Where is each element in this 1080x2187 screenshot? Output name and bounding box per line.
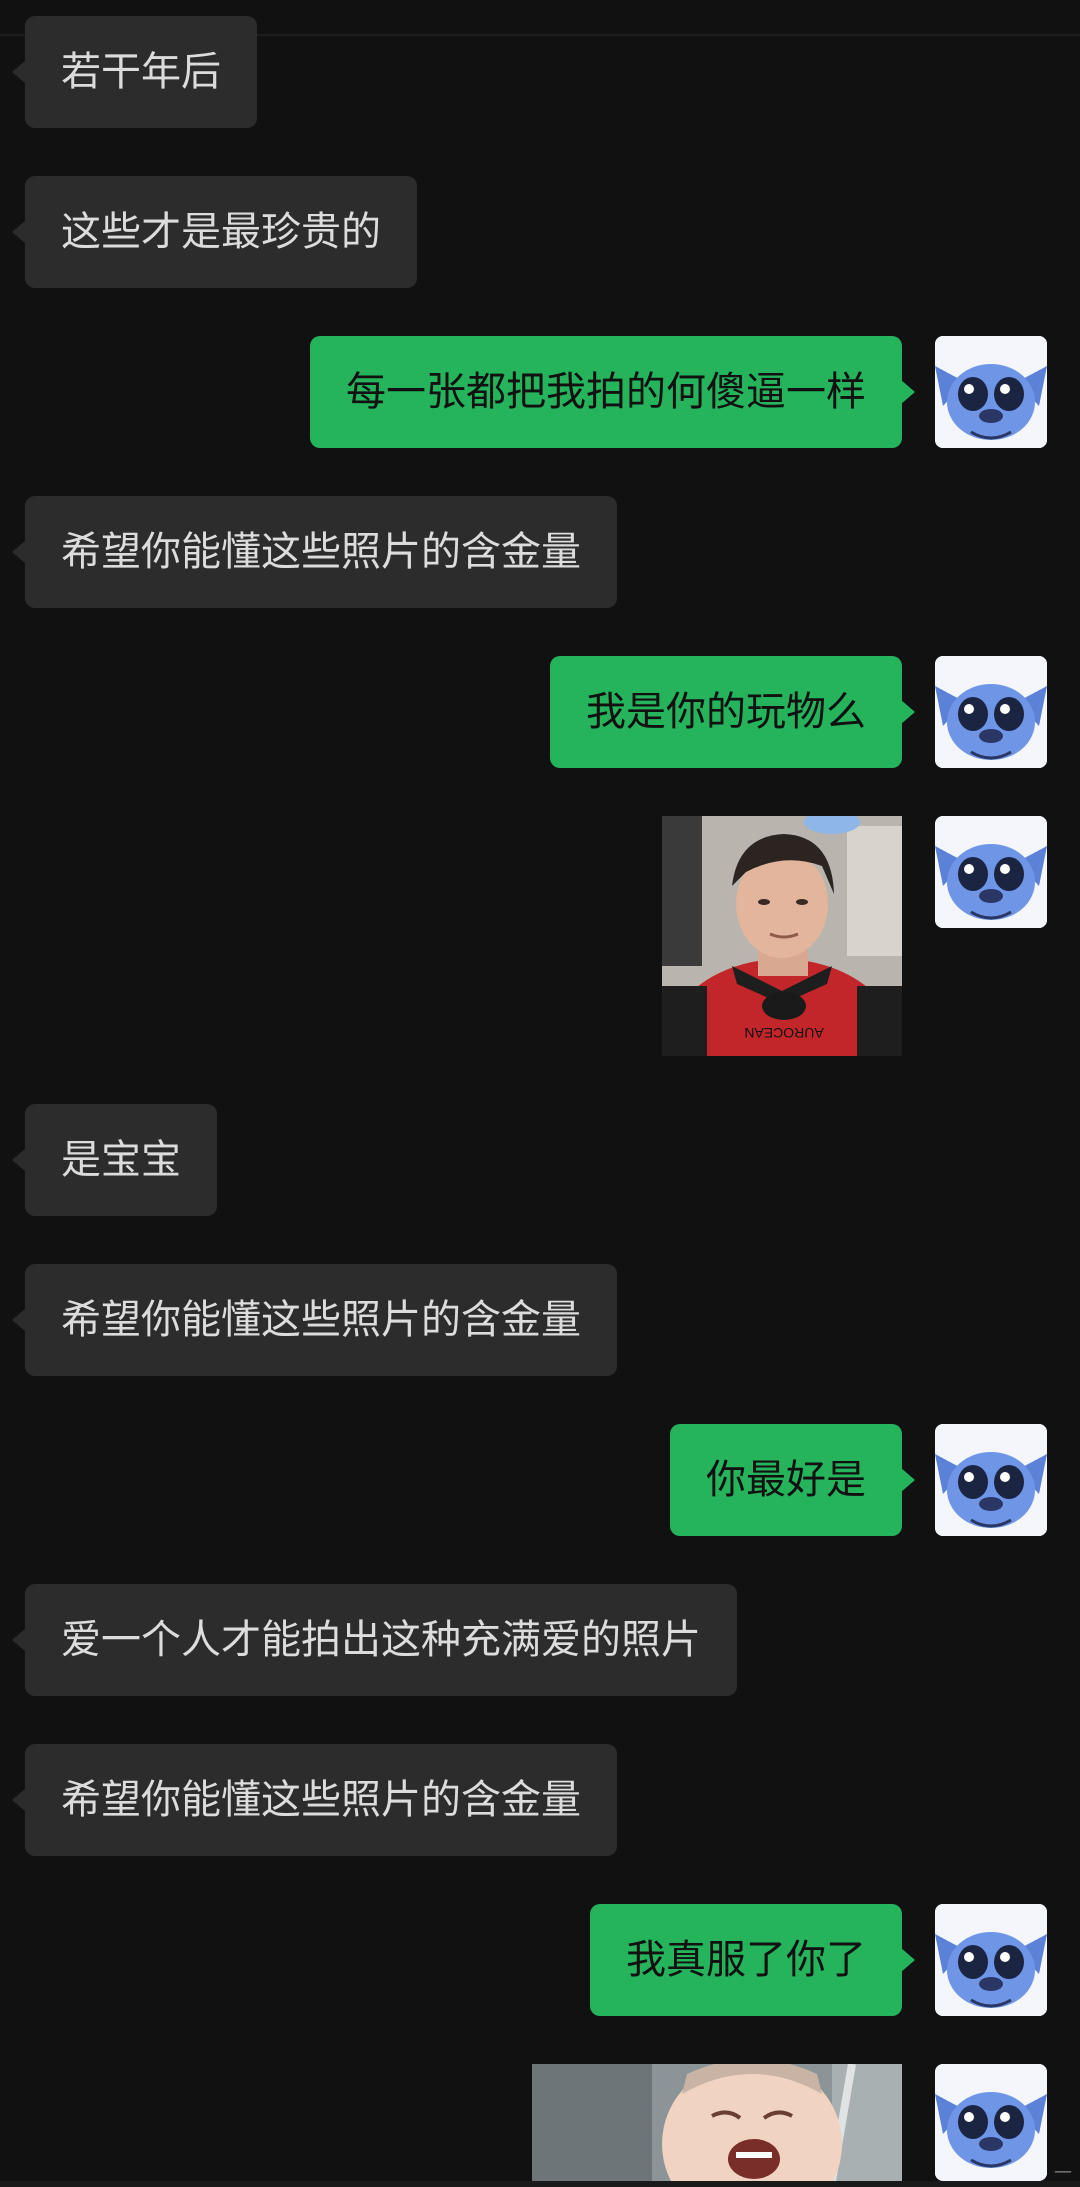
- received-message-bubble[interactable]: 若干年后: [12, 16, 257, 128]
- stitch-avatar-icon[interactable]: [935, 336, 1047, 448]
- message-text: 你最好是: [706, 1457, 866, 1503]
- photo-svg: [532, 2064, 902, 2181]
- received-message-bubble[interactable]: 希望你能懂这些照片的含金量: [12, 496, 617, 608]
- message-text: 若干年后: [61, 49, 221, 95]
- stitch-avatar-icon[interactable]: [935, 816, 1047, 928]
- bottom-bar: [0, 2181, 1080, 2187]
- sweater-print-text: AUROCEAN: [744, 1025, 823, 1041]
- boy-in-red-sweater-photo[interactable]: AUROCEAN: [662, 816, 902, 1056]
- sent-message-bubble[interactable]: 我真服了你了: [590, 1904, 915, 2016]
- stitch-avatar-icon[interactable]: [935, 1904, 1047, 2016]
- message-text: 希望你能懂这些照片的含金量: [61, 1777, 581, 1823]
- message-text: 爱一个人才能拍出这种充满爱的照片: [61, 1617, 701, 1663]
- sent-message-bubble[interactable]: 每一张都把我拍的何傻逼一样: [310, 336, 915, 448]
- received-message-bubble[interactable]: 希望你能懂这些照片的含金量: [12, 1744, 617, 1856]
- bottom-dash-mark: —: [1054, 2161, 1072, 2182]
- stitch-avatar-svg: [935, 1424, 1047, 1536]
- message-text: 这些才是最珍贵的: [61, 209, 381, 255]
- stitch-avatar-svg: [935, 2064, 1047, 2176]
- stitch-avatar-icon[interactable]: [935, 2064, 1047, 2181]
- message-text: 希望你能懂这些照片的含金量: [61, 1297, 581, 1343]
- message-text: 希望你能懂这些照片的含金量: [61, 529, 581, 575]
- received-message-bubble[interactable]: 希望你能懂这些照片的含金量: [12, 1264, 617, 1376]
- message-text: 我真服了你了: [626, 1937, 866, 1983]
- crying-baby-photo[interactable]: [532, 2064, 902, 2181]
- sent-message-bubble[interactable]: 你最好是: [670, 1424, 915, 1536]
- received-message-bubble[interactable]: 爱一个人才能拍出这种充满爱的照片: [12, 1584, 737, 1696]
- stitch-avatar-svg: [935, 656, 1047, 768]
- message-text: 每一张都把我拍的何傻逼一样: [346, 369, 866, 415]
- received-message-bubble[interactable]: 这些才是最珍贵的: [12, 176, 417, 288]
- stitch-avatar-svg: [935, 1904, 1047, 2016]
- received-message-bubble[interactable]: 是宝宝: [12, 1104, 217, 1216]
- message-text: 我是你的玩物么: [586, 689, 866, 735]
- sent-message-bubble[interactable]: 我是你的玩物么: [550, 656, 915, 768]
- stitch-avatar-icon[interactable]: [935, 1424, 1047, 1536]
- stitch-avatar-svg: [935, 336, 1047, 448]
- stitch-avatar-icon[interactable]: [935, 656, 1047, 768]
- message-text: 是宝宝: [61, 1137, 181, 1183]
- photo-svg: AUROCEAN: [662, 816, 902, 1056]
- stitch-avatar-svg: [935, 816, 1047, 928]
